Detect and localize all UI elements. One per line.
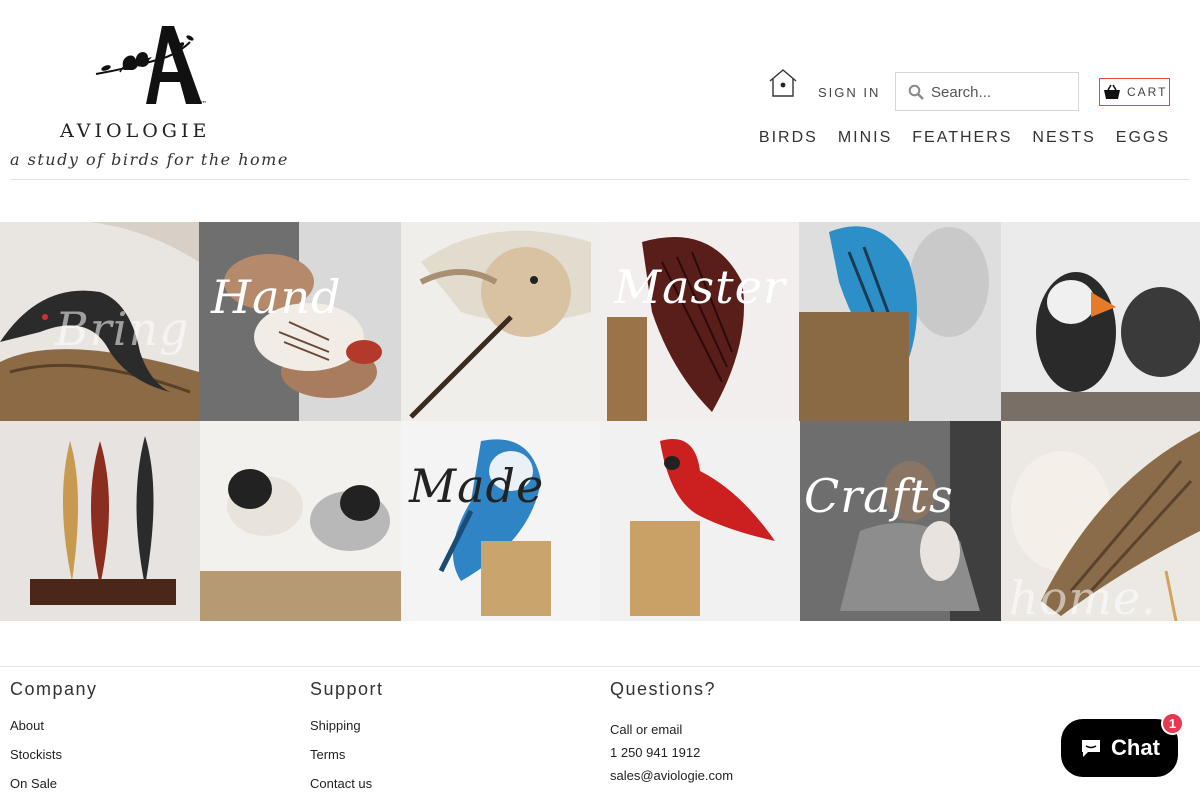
footer-link-on-sale[interactable]: On Sale: [10, 776, 98, 791]
footer-support: Support Shipping Terms Contact us: [310, 679, 384, 800]
footer-link-stockists[interactable]: Stockists: [10, 747, 98, 762]
carved-bird-block-image: [602, 222, 799, 421]
sandpiper-image: [401, 222, 602, 421]
footer-phone[interactable]: 1 250 941 1912: [610, 745, 733, 760]
site-logo[interactable]: ™ AVIOLOGIE a study of birds for the hom…: [10, 22, 310, 182]
sign-in-link[interactable]: SIGN IN: [818, 85, 880, 100]
logo-mark-icon: ™: [95, 26, 207, 108]
basket-icon: [1104, 84, 1120, 99]
mosaic-tile-feathers[interactable]: [0, 421, 200, 621]
main-nav: BIRDS MINIS FEATHERS NESTS EGGS: [759, 129, 1170, 147]
footer-link-contact[interactable]: Contact us: [310, 776, 384, 791]
mosaic-tile-master[interactable]: Master: [602, 222, 799, 421]
overlay-word-home: home.: [1009, 571, 1157, 621]
birdhouse-icon[interactable]: [768, 68, 798, 98]
nav-item-eggs[interactable]: EGGS: [1116, 129, 1170, 147]
puffin-image: [1001, 222, 1200, 421]
overlay-word-crafts: Crafts: [804, 469, 954, 523]
overlay-word-bring: Bring: [55, 302, 190, 356]
search-icon: [908, 84, 924, 100]
bluejay-image: [401, 421, 600, 621]
footer-questions-heading: Questions?: [610, 679, 717, 699]
footer-link-shipping[interactable]: Shipping: [310, 718, 384, 733]
header-divider: [10, 179, 1190, 180]
mosaic-tile-bluebird[interactable]: [799, 222, 1001, 421]
svg-text:™: ™: [200, 100, 207, 108]
hero-mosaic: Bring Hand Master Made Crafts home.: [0, 222, 1200, 621]
cart-button[interactable]: CART: [1099, 78, 1170, 106]
footer-questions: Questions? Call or email 1 250 941 1912 …: [610, 679, 733, 791]
nav-item-minis[interactable]: MINIS: [838, 129, 892, 147]
nav-item-feathers[interactable]: FEATHERS: [912, 129, 1012, 147]
footer-divider: [0, 666, 1200, 667]
brand-tagline: a study of birds for the home: [10, 150, 289, 169]
chat-notification-badge: 1: [1161, 712, 1184, 735]
feathers-image: [0, 421, 200, 621]
brand-name: AVIOLOGIE: [60, 120, 211, 142]
mosaic-tile-puffin[interactable]: [1001, 222, 1200, 421]
mosaic-tile-sandpiper[interactable]: [401, 222, 602, 421]
overlay-word-hand: Hand: [211, 270, 342, 324]
cart-label: CART: [1127, 85, 1168, 99]
mosaic-tile-crafts[interactable]: Crafts: [800, 421, 1001, 621]
search-input[interactable]: [931, 81, 1071, 103]
mosaic-tile-bluejay[interactable]: Made: [401, 421, 600, 621]
chat-bubble-icon: [1082, 740, 1101, 757]
chat-button[interactable]: Chat: [1061, 719, 1178, 777]
footer-company-heading: Company: [10, 679, 98, 699]
nav-item-birds[interactable]: BIRDS: [759, 129, 818, 147]
footer-support-heading: Support: [310, 679, 384, 699]
overlay-word-master: Master: [614, 260, 786, 314]
search-box[interactable]: [895, 72, 1079, 111]
cardinal-image: [600, 421, 800, 621]
blue-carved-bird-image: [799, 222, 1001, 421]
chat-label: Chat: [1111, 735, 1160, 760]
mosaic-tile-hands[interactable]: Hand: [199, 222, 401, 421]
mosaic-tile-curlew[interactable]: home.: [1001, 421, 1200, 621]
footer-contact-prompt: Call or email: [610, 722, 683, 737]
mosaic-tile-cardinal[interactable]: [600, 421, 800, 621]
chickadees-image: [200, 421, 401, 621]
overlay-word-made: Made: [409, 459, 545, 513]
footer-link-about[interactable]: About: [10, 718, 98, 733]
footer-company: Company About Stockists On Sale: [10, 679, 98, 800]
footer-link-terms[interactable]: Terms: [310, 747, 384, 762]
nav-item-nests[interactable]: NESTS: [1032, 129, 1095, 147]
footer-email[interactable]: sales@aviologie.com: [610, 768, 733, 783]
mosaic-tile-loon[interactable]: Bring: [0, 222, 199, 421]
mosaic-tile-chickadees[interactable]: [200, 421, 401, 621]
